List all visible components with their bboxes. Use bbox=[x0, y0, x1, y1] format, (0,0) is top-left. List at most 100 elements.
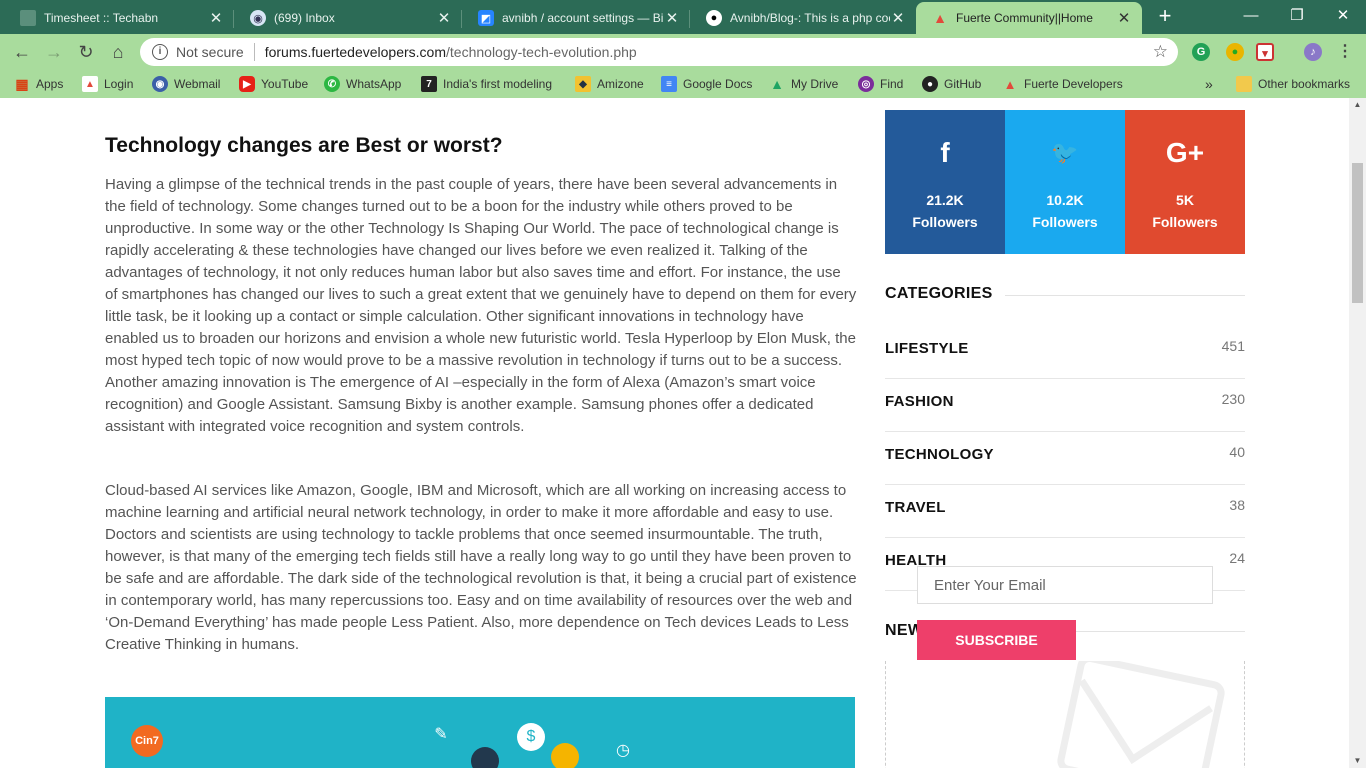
bookmark-find[interactable]: ◎ Find bbox=[858, 75, 903, 93]
facebook-followers-card[interactable]: f 21.2K Followers bbox=[885, 110, 1005, 254]
close-tab-icon[interactable]: ✕ bbox=[664, 9, 680, 27]
follower-label: Followers bbox=[1152, 214, 1218, 230]
category-name: TECHNOLOGY bbox=[885, 446, 994, 463]
google-plus-icon: G+ bbox=[1165, 137, 1205, 168]
address-bar[interactable]: i Not secure forums.fuertedevelopers.com… bbox=[140, 38, 1178, 66]
folder-icon bbox=[1236, 76, 1252, 92]
cloud-icon bbox=[551, 743, 579, 768]
article-banner-image: Cin7 ✎ $ ◷ bbox=[105, 697, 855, 768]
category-lifestyle[interactable]: LIFESTYLE 451 bbox=[885, 326, 1245, 379]
home-icon[interactable]: ⌂ bbox=[106, 40, 130, 64]
bookmark-whatsapp[interactable]: ✆ WhatsApp bbox=[324, 75, 401, 93]
scroll-down-arrow-icon[interactable]: ▼ bbox=[1349, 754, 1366, 768]
close-tab-icon[interactable]: ✕ bbox=[1116, 9, 1132, 27]
close-tab-icon[interactable]: ✕ bbox=[208, 9, 224, 27]
cin7-logo: Cin7 bbox=[131, 725, 163, 757]
category-name: LIFESTYLE bbox=[885, 340, 969, 357]
close-tab-icon[interactable]: ✕ bbox=[436, 9, 452, 27]
person-icon bbox=[471, 747, 499, 768]
url-path: /technology-tech-evolution.php bbox=[446, 44, 637, 60]
scrollbar-thumb[interactable] bbox=[1352, 163, 1363, 303]
document-icon bbox=[20, 10, 36, 26]
github-icon: ● bbox=[922, 76, 938, 92]
categories-heading: CATEGORIES bbox=[885, 285, 1005, 303]
follower-count: 21.2K bbox=[926, 192, 964, 208]
find-icon: ◎ bbox=[858, 76, 874, 92]
page-scrollbar[interactable]: ▲ ▼ bbox=[1349, 98, 1366, 768]
follower-count: 5K bbox=[1176, 192, 1194, 208]
close-tab-icon[interactable]: ✕ bbox=[890, 9, 906, 27]
seven-icon: 7 bbox=[421, 76, 437, 92]
menu-kebab-icon[interactable]: ⋮ bbox=[1336, 43, 1354, 61]
bookmarks-bar: ▦ Apps ▲ Login ◉ Webmail ▶ YouTube ✆ Wha… bbox=[0, 70, 1366, 98]
email-field[interactable] bbox=[917, 566, 1213, 604]
bookmark-google-docs[interactable]: ≡ Google Docs bbox=[661, 75, 752, 93]
tab-title: (699) Inbox bbox=[274, 11, 335, 25]
follower-label: Followers bbox=[1032, 214, 1098, 230]
bookmark-youtube[interactable]: ▶ YouTube bbox=[239, 75, 308, 93]
tab-title: Avnibh/Blog-: This is a php coo bbox=[730, 11, 890, 25]
bookmark-star-icon[interactable]: ☆ bbox=[1153, 42, 1168, 62]
bookmark-amizone[interactable]: ◆ Amizone bbox=[575, 75, 644, 93]
subscribe-button[interactable]: SUBSCRIBE bbox=[917, 620, 1076, 660]
fuerte-icon: ▲ bbox=[1003, 76, 1017, 92]
tab-fuerte-active[interactable]: ▲ Fuerte Community||Home ✕ bbox=[916, 2, 1142, 34]
dollar-icon: $ bbox=[517, 723, 545, 751]
mail-icon: ◉ bbox=[250, 10, 266, 26]
new-tab-button[interactable]: + bbox=[1152, 4, 1178, 30]
extension-icon[interactable]: ● bbox=[1226, 43, 1244, 61]
category-name: FASHION bbox=[885, 393, 954, 410]
bookmark-my-drive[interactable]: ▲ My Drive bbox=[769, 75, 838, 93]
facebook-icon: f bbox=[940, 137, 950, 168]
restore-button[interactable]: ❐ bbox=[1274, 0, 1320, 32]
category-fashion[interactable]: FASHION 230 bbox=[885, 379, 1245, 432]
article-paragraph: Having a glimpse of the technical trends… bbox=[105, 176, 857, 435]
bookmark-label: Webmail bbox=[174, 77, 221, 91]
category-count: 230 bbox=[1221, 391, 1245, 407]
back-arrow-icon[interactable]: ← bbox=[10, 40, 34, 64]
tab-github[interactable]: ● Avnibh/Blog-: This is a php coo ✕ bbox=[690, 2, 916, 34]
bookmark-github[interactable]: ● GitHub bbox=[922, 75, 981, 93]
tab-title: Timesheet :: Techabn bbox=[44, 11, 159, 25]
twitter-icon: 🐦 bbox=[1051, 140, 1079, 165]
profile-avatar-icon[interactable]: ♪ bbox=[1304, 43, 1322, 61]
scroll-up-arrow-icon[interactable]: ▲ bbox=[1349, 98, 1366, 112]
category-count: 38 bbox=[1229, 497, 1245, 513]
google-plus-followers-card[interactable]: G+ 5K Followers bbox=[1125, 110, 1245, 254]
info-icon[interactable]: i bbox=[152, 44, 168, 60]
ticket-icon: ✎ bbox=[434, 726, 448, 743]
follower-label: Followers bbox=[912, 214, 978, 230]
tab-bitbucket[interactable]: ◩ avnibh / account settings — Bi ✕ bbox=[462, 2, 690, 34]
bookmark-label: Amizone bbox=[597, 77, 644, 91]
category-technology[interactable]: TECHNOLOGY 40 bbox=[885, 432, 1245, 485]
bitbucket-icon: ◩ bbox=[478, 10, 494, 26]
bookmark-label: Login bbox=[104, 77, 134, 91]
close-window-button[interactable]: ✕ bbox=[1320, 0, 1366, 32]
bookmark-label: My Drive bbox=[791, 77, 839, 91]
bookmark-label: India's first modeling bbox=[443, 77, 553, 91]
security-label: Not secure bbox=[176, 44, 244, 60]
pocket-extension-icon[interactable]: ▾ bbox=[1256, 43, 1274, 61]
minimize-button[interactable]: — bbox=[1228, 0, 1274, 32]
tab-inbox[interactable]: ◉ (699) Inbox ✕ bbox=[234, 2, 462, 34]
bookmark-apps[interactable]: ▦ Apps bbox=[14, 75, 63, 93]
bookmarks-overflow-button[interactable]: » bbox=[1205, 75, 1213, 93]
bookmark-label: Fuerte Developers bbox=[1024, 77, 1123, 91]
other-bookmarks[interactable]: Other bookmarks bbox=[1236, 75, 1350, 93]
bookmark-fuerte-developers[interactable]: ▲ Fuerte Developers bbox=[1002, 75, 1123, 93]
bookmark-login[interactable]: ▲ Login bbox=[82, 75, 133, 93]
tab-strip: Timesheet :: Techabn ✕ ◉ (699) Inbox ✕ ◩… bbox=[0, 0, 1366, 34]
reload-icon[interactable]: ↻ bbox=[74, 40, 98, 64]
bookmark-modeling[interactable]: 7 India's first modeling bbox=[421, 75, 557, 93]
clock-icon: ◷ bbox=[616, 742, 630, 759]
category-count: 40 bbox=[1229, 444, 1245, 460]
bookmark-webmail[interactable]: ◉ Webmail bbox=[152, 75, 220, 93]
grammarly-extension-icon[interactable]: G bbox=[1192, 43, 1210, 61]
twitter-followers-card[interactable]: 🐦 10.2K Followers bbox=[1005, 110, 1125, 254]
bookmark-label: Google Docs bbox=[683, 77, 753, 91]
category-travel[interactable]: TRAVEL 38 bbox=[885, 485, 1245, 538]
amizone-icon: ◆ bbox=[575, 76, 591, 92]
tab-timesheet[interactable]: Timesheet :: Techabn ✕ bbox=[4, 2, 234, 34]
whatsapp-icon: ✆ bbox=[324, 76, 340, 92]
forward-arrow-icon[interactable]: → bbox=[42, 40, 66, 64]
